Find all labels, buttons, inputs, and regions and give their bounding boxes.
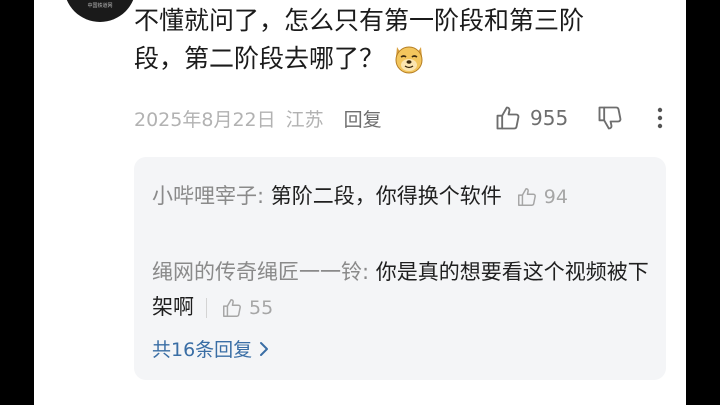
doge-emoji-icon	[395, 46, 423, 74]
reply-button[interactable]: 回复	[344, 105, 382, 132]
reply-like-button[interactable]: 94	[516, 180, 568, 215]
more-options-icon[interactable]	[649, 104, 671, 132]
reply-separator: :	[362, 260, 376, 284]
reply-item[interactable]: 绳网的传奇绳匠一一铃: 你是真的想要看这个视频被下架啊 55	[152, 255, 652, 326]
comment-content: 不懂就问了，怎么只有第一阶段和第三阶段，第二阶段去哪了？	[134, 2, 604, 78]
chevron-right-icon	[260, 341, 269, 356]
comment-date: 2025年8月22日	[134, 108, 276, 131]
reply-username[interactable]: 小哔哩宰子	[152, 184, 257, 208]
like-count: 955	[530, 106, 569, 130]
reply-item[interactable]: 小哔哩宰子: 第阶二段，你得换个软件 94	[152, 179, 652, 215]
avatar[interactable]: 中国铁道网	[64, 0, 136, 22]
comment-panel: 中国铁道网 不懂就问了，怎么只有第一阶段和第三阶段，第二阶段去哪了？ 2025年…	[34, 0, 686, 405]
reply-separator: :	[257, 184, 271, 208]
reply-like-count: 94	[543, 185, 568, 208]
divider	[206, 298, 207, 318]
thumbs-up-icon	[517, 188, 536, 206]
reply-text: 第阶二段，你得换个软件	[270, 184, 502, 208]
reply-like-button[interactable]: 55	[221, 291, 273, 326]
like-button[interactable]: 955	[494, 101, 568, 135]
thumbs-down-icon[interactable]	[596, 104, 624, 132]
thumbs-up-icon	[496, 106, 520, 130]
comment-text: 不懂就问了，怎么只有第一阶段和第三阶段，第二阶段去哪了？	[134, 6, 585, 73]
more-replies-label: 共16条回复	[152, 339, 253, 361]
replies-box: 小哔哩宰子: 第阶二段，你得换个软件 94 绳网的传奇绳匠一一铃: 你是真的想要…	[134, 157, 666, 380]
reply-username[interactable]: 绳网的传奇绳匠一一铃	[152, 260, 362, 284]
view-more-replies-link[interactable]: 共16条回复	[152, 335, 270, 362]
avatar-watermark: 中国铁道网	[87, 3, 113, 9]
reply-like-count: 55	[249, 296, 274, 319]
comment-meta: 2025年8月22日 江苏 回复	[134, 103, 382, 133]
thumbs-up-icon	[223, 299, 241, 317]
comment-location: 江苏	[285, 108, 324, 131]
